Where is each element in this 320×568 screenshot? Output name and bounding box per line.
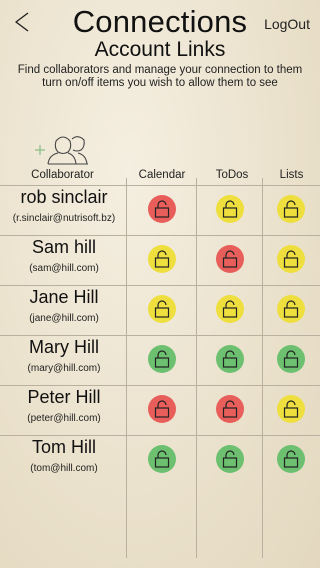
collaborator-email: (jane@hill.com)	[29, 313, 99, 324]
collaborator-email: (tom@hill.com)	[30, 463, 98, 474]
collaborator-email: (r.sinclair@nutrisoft.bz)	[12, 213, 116, 224]
instructions: Find collaborators and manage your conne…	[14, 64, 306, 90]
padlock-icon	[221, 400, 239, 418]
collaborator-email: (sam@hill.com)	[29, 263, 99, 274]
collaborator-name: Jane Hill	[29, 287, 99, 307]
calendar-permission-toggle[interactable]	[148, 295, 176, 323]
padlock-icon	[153, 450, 171, 468]
lists-permission-toggle[interactable]	[277, 245, 305, 273]
todos-permission-toggle[interactable]	[216, 445, 244, 473]
add-collaborator-button[interactable]	[32, 132, 92, 166]
calendar-permission-toggle[interactable]	[148, 245, 176, 273]
lists-permission-toggle[interactable]	[277, 295, 305, 323]
todos-permission-toggle[interactable]	[216, 345, 244, 373]
lists-permission-toggle[interactable]	[277, 395, 305, 423]
header: Connections LogOut Account Links Find co…	[0, 0, 320, 100]
padlock-icon	[221, 200, 239, 218]
padlock-icon	[153, 350, 171, 368]
padlock-icon	[221, 250, 239, 268]
todos-permission-toggle[interactable]	[216, 295, 244, 323]
instructions-line-1: Find collaborators and manage your conne…	[17, 64, 303, 76]
padlock-icon	[153, 200, 171, 218]
padlock-icon	[221, 350, 239, 368]
add-people-icon	[35, 136, 88, 165]
calendar-permission-toggle[interactable]	[148, 395, 176, 423]
padlock-icon	[282, 200, 300, 218]
collaborator-row: Jane Hill (jane@hill.com)	[0, 285, 320, 335]
logout-button[interactable]: LogOut	[264, 16, 310, 32]
padlock-icon	[153, 250, 171, 268]
lists-permission-toggle[interactable]	[277, 345, 305, 373]
column-header-calendar: Calendar	[138, 169, 186, 181]
collaborator-name: rob sinclair	[20, 187, 108, 207]
lists-permission-toggle[interactable]	[277, 195, 305, 223]
instructions-line-2: turn on/off items you wish to allow them…	[42, 77, 278, 89]
padlock-icon	[282, 250, 300, 268]
collaborator-row: Tom Hill (tom@hill.com)	[0, 435, 320, 485]
padlock-icon	[153, 300, 171, 318]
column-header-lists: Lists	[279, 169, 304, 181]
collaborator-name: Sam hill	[31, 237, 97, 257]
padlock-icon	[221, 300, 239, 318]
collaborator-row: Sam hill (sam@hill.com)	[0, 235, 320, 285]
collaborator-email: (peter@hill.com)	[27, 413, 101, 424]
padlock-icon	[282, 300, 300, 318]
padlock-icon	[153, 400, 171, 418]
collaborator-email: (mary@hill.com)	[27, 363, 101, 374]
padlock-icon	[282, 400, 300, 418]
calendar-permission-toggle[interactable]	[148, 445, 176, 473]
padlock-icon	[282, 450, 300, 468]
calendar-permission-toggle[interactable]	[148, 345, 176, 373]
column-header-todos: ToDos	[215, 169, 249, 181]
todos-permission-toggle[interactable]	[216, 395, 244, 423]
calendar-permission-toggle[interactable]	[148, 195, 176, 223]
page-subtitle: Account Links	[94, 38, 226, 61]
todos-permission-toggle[interactable]	[216, 245, 244, 273]
collaborator-row: rob sinclair (r.sinclair@nutrisoft.bz)	[0, 185, 320, 235]
collaborator-name: Peter Hill	[27, 387, 101, 407]
lists-permission-toggle[interactable]	[277, 445, 305, 473]
collaborator-name: Mary Hill	[29, 337, 99, 357]
padlock-icon	[221, 450, 239, 468]
column-header-collaborator: Collaborator	[31, 169, 94, 181]
collaborator-row: Mary Hill (mary@hill.com)	[0, 335, 320, 385]
collaborator-row: Peter Hill (peter@hill.com)	[0, 385, 320, 435]
padlock-icon	[282, 350, 300, 368]
todos-permission-toggle[interactable]	[216, 195, 244, 223]
collaborator-name: Tom Hill	[31, 437, 96, 457]
